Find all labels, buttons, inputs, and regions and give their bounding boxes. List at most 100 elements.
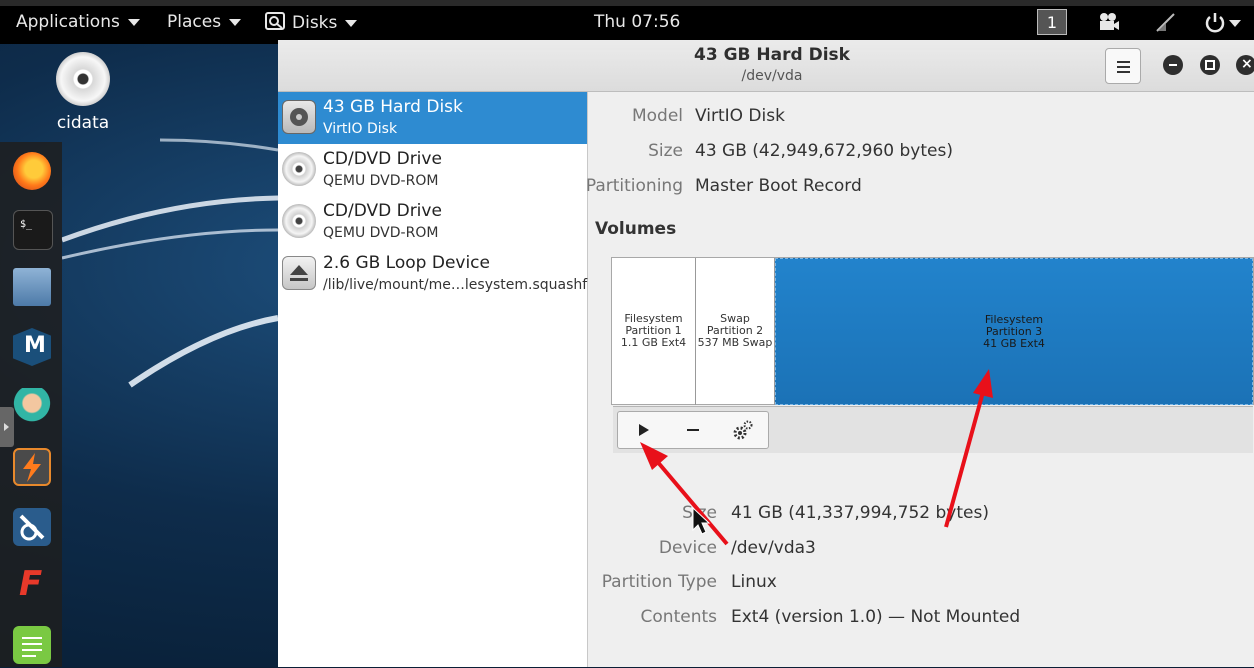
partition-2-size: 537 MB Swap <box>697 336 773 349</box>
menu-button[interactable] <box>1105 48 1141 84</box>
terminal-icon[interactable]: $_ <box>13 210 53 250</box>
hard-disk-icon <box>282 100 316 134</box>
top-panel: Applications Places Disks Thu 07:56 1 <box>0 0 1254 44</box>
burpsuite-icon[interactable] <box>13 448 51 486</box>
partitioning-value: Master Boot Record <box>695 176 862 196</box>
close-button[interactable]: × <box>1236 55 1254 75</box>
terminal-prompt-glyph: $_ <box>20 219 33 230</box>
disk-size-value: 43 GB (42,949,672,960 bytes) <box>695 141 953 161</box>
mount-button[interactable] <box>618 412 668 448</box>
maximize-button[interactable] <box>1200 55 1220 75</box>
network-disabled-icon[interactable] <box>1154 11 1176 33</box>
maltego-glyph <box>19 514 45 541</box>
optical-disc-icon <box>282 152 316 186</box>
minimize-icon <box>1169 64 1177 66</box>
partitioning-label: Partitioning <box>585 176 683 196</box>
metasploit-icon[interactable]: M <box>13 328 51 366</box>
device-item-loop[interactable]: 2.6 GB Loop Device /lib/live/mount/me…le… <box>278 248 595 300</box>
text-lines-icon <box>22 637 42 657</box>
partition-2-label: Swap Partition 2 537 MB Swap <box>696 313 774 349</box>
device-value: /dev/vda3 <box>731 538 816 558</box>
desktop-icon-label[interactable]: cidata <box>40 113 126 133</box>
contents-label: Contents <box>640 607 717 627</box>
hamburger-icon-line <box>1117 66 1130 68</box>
eject-glyph <box>290 265 308 281</box>
disks-app-menu[interactable]: Disks <box>265 12 358 33</box>
minimize-button[interactable] <box>1163 55 1183 75</box>
chevron-right-icon <box>4 423 9 431</box>
video-camera-icon[interactable] <box>1098 12 1120 32</box>
dock-expand-handle[interactable] <box>0 407 14 447</box>
device-item-cdrom-2[interactable]: CD/DVD Drive QEMU DVD-ROM <box>278 196 587 248</box>
device-description: VirtIO Disk <box>323 121 398 137</box>
chevron-down-icon <box>127 18 140 26</box>
power-icon[interactable] <box>1204 11 1226 33</box>
delete-partition-button[interactable] <box>668 412 718 448</box>
device-name: 2.6 GB Loop Device <box>323 253 490 273</box>
device-item-hard-disk[interactable]: 43 GB Hard Disk VirtIO Disk <box>278 92 587 144</box>
disks-label: Disks <box>292 13 338 33</box>
clock[interactable]: Thu 07:56 <box>594 12 680 32</box>
model-value: VirtIO Disk <box>695 106 785 126</box>
close-icon: × <box>1241 56 1253 72</box>
applications-menu[interactable]: Applications <box>16 12 140 32</box>
model-label: Model <box>631 106 683 126</box>
device-name: 43 GB Hard Disk <box>323 97 463 117</box>
metasploit-glyph: M <box>24 333 46 358</box>
eject-icon <box>282 256 316 290</box>
lightning-icon <box>23 453 41 482</box>
files-icon[interactable] <box>13 268 51 306</box>
partition-type-value: Linux <box>731 572 777 592</box>
maltego-icon[interactable] <box>13 508 51 546</box>
device-label: Device <box>658 538 717 558</box>
partition-options-button[interactable] <box>718 412 768 448</box>
disk-details-panel: Model VirtIO Disk Size 43 GB (42,949,672… <box>585 92 1254 667</box>
minus-icon <box>687 429 699 431</box>
device-list: 43 GB Hard Disk VirtIO Disk CD/DVD Drive… <box>278 92 595 667</box>
disks-icon <box>265 12 285 30</box>
chevron-down-icon <box>229 18 242 26</box>
device-name: CD/DVD Drive <box>323 201 442 221</box>
faraday-glyph: F <box>19 564 43 604</box>
partition-1-block[interactable]: Filesystem Partition 1 1.1 GB Ext4 <box>612 258 696 405</box>
contents-value: Ext4 (version 1.0) — Not Mounted <box>731 607 1021 627</box>
device-description: QEMU DVD-ROM <box>323 225 439 241</box>
partition-3-label: Filesystem Partition 3 41 GB Ext4 <box>776 314 1252 350</box>
maximize-icon <box>1205 60 1215 70</box>
places-label: Places <box>167 12 222 32</box>
volume-map: Filesystem Partition 1 1.1 GB Ext4 Swap … <box>611 257 1254 453</box>
armitage-icon[interactable] <box>13 388 51 426</box>
gears-icon <box>733 420 753 440</box>
volume-toolbar <box>613 406 1253 453</box>
window-headerbar: 43 GB Hard Disk /dev/vda × <box>278 40 1254 92</box>
partition-1-size: 1.1 GB Ext4 <box>620 336 687 349</box>
partition-1-label: Filesystem Partition 1 1.1 GB Ext4 <box>612 313 695 349</box>
optical-disc-icon <box>282 204 316 238</box>
chevron-down-icon <box>345 19 358 27</box>
volume-button-group <box>617 411 769 449</box>
partition-type-label: Partition Type <box>601 572 717 592</box>
partition-2-block[interactable]: Swap Partition 2 537 MB Swap <box>696 258 775 405</box>
device-name: CD/DVD Drive <box>323 149 442 169</box>
faraday-icon[interactable]: F <box>13 564 51 604</box>
hard-disk-platter-glyph <box>290 108 308 126</box>
volumes-heading: Volumes <box>595 219 677 239</box>
partition-size-label: Size <box>682 503 717 523</box>
partition-size-value: 41 GB (41,337,994,752 bytes) <box>731 503 989 523</box>
hamburger-icon-line <box>1117 71 1130 73</box>
partition-3-size: 41 GB Ext4 <box>983 337 1045 350</box>
dock: $_ M F <box>0 142 62 667</box>
optical-disc-icon[interactable] <box>56 52 110 106</box>
device-description: /lib/live/mount/me…lesystem.squashfs <box>323 277 595 293</box>
partition-3-block-selected[interactable]: Filesystem Partition 3 41 GB Ext4 <box>775 258 1253 405</box>
places-menu[interactable]: Places <box>167 12 242 32</box>
leafpad-icon[interactable] <box>13 626 51 664</box>
firefox-icon[interactable] <box>13 152 51 190</box>
device-item-cdrom-1[interactable]: CD/DVD Drive QEMU DVD-ROM <box>278 144 587 196</box>
disk-size-label: Size <box>648 141 683 161</box>
disks-window: 43 GB Hard Disk /dev/vda × 43 GB Hard Di… <box>278 40 1254 667</box>
workspace-indicator[interactable]: 1 <box>1037 9 1067 35</box>
play-icon <box>639 424 649 436</box>
hamburger-icon <box>1117 61 1130 63</box>
chevron-down-icon[interactable] <box>1229 20 1241 27</box>
